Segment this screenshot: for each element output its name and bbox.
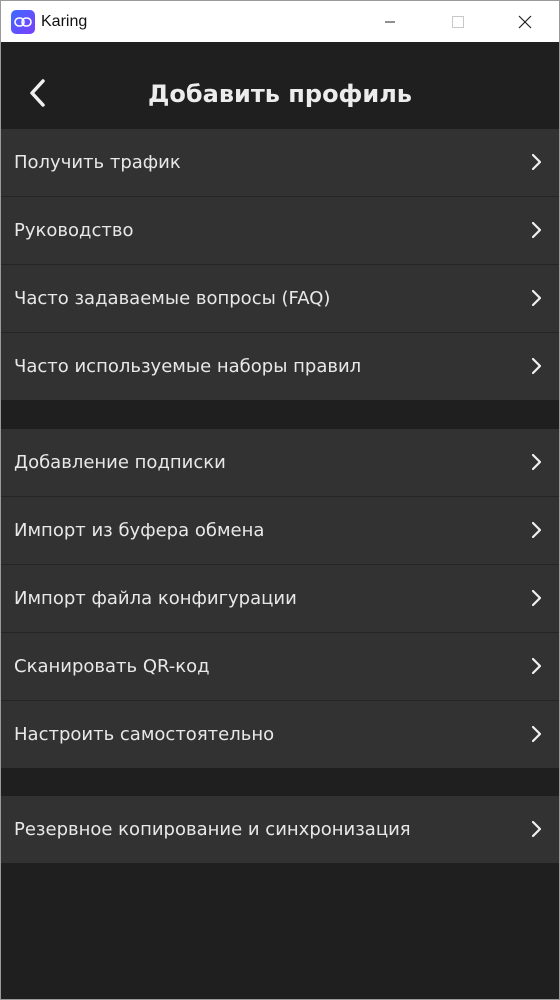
maximize-icon — [452, 15, 464, 28]
karing-app-icon — [11, 10, 35, 34]
menu-item-import-clipboard[interactable]: Импорт из буфера обмена — [1, 497, 559, 565]
minimize-icon — [385, 21, 395, 22]
menu-item-label: Руководство — [14, 220, 134, 241]
menu-item-import-config-file[interactable]: Импорт файла конфигурации — [1, 565, 559, 633]
menu-item-get-traffic[interactable]: Получить трафик — [1, 129, 559, 197]
menu-item-label: Настроить самостоятельно — [14, 724, 275, 745]
menu-item-rule-sets[interactable]: Часто используемые наборы правил — [1, 333, 559, 400]
chevron-right-icon — [531, 153, 542, 171]
menu-item-label: Резервное копирование и синхронизация — [14, 819, 411, 840]
chevron-right-icon — [531, 221, 542, 239]
menu-group-backup: Резервное копирование и синхронизация — [1, 796, 559, 863]
menu-item-label: Часто используемые наборы правил — [14, 356, 362, 377]
menu-item-scan-qr[interactable]: Сканировать QR-код — [1, 633, 559, 701]
chevron-right-icon — [531, 453, 542, 471]
chevron-right-icon — [531, 357, 542, 375]
menu-item-label: Импорт файла конфигурации — [14, 588, 297, 609]
maximize-button[interactable] — [435, 1, 481, 42]
menu-item-label: Сканировать QR-код — [14, 656, 210, 677]
menu-item-label: Получить трафик — [14, 152, 181, 173]
chevron-right-icon — [531, 289, 542, 307]
menu-item-label: Часто задаваемые вопросы (FAQ) — [14, 288, 331, 309]
app-window: Karing Добавить профиль Получить трафик … — [0, 0, 560, 1000]
minimize-button[interactable] — [367, 1, 413, 42]
chevron-right-icon — [531, 725, 542, 743]
close-button[interactable] — [502, 1, 548, 42]
window-title: Karing — [41, 13, 88, 30]
menu-group-help: Получить трафик Руководство Часто задава… — [1, 129, 559, 400]
menu-item-guide[interactable]: Руководство — [1, 197, 559, 265]
menu-item-add-subscription[interactable]: Добавление подписки — [1, 429, 559, 497]
page-title: Добавить профиль — [148, 80, 412, 108]
menu-item-backup-sync[interactable]: Резервное копирование и синхронизация — [1, 796, 559, 863]
menu-item-label: Добавление подписки — [14, 452, 226, 473]
chevron-right-icon — [531, 521, 542, 539]
page-header: Добавить профиль — [1, 42, 559, 128]
window-titlebar[interactable]: Karing — [1, 1, 559, 42]
menu-item-manual-setup[interactable]: Настроить самостоятельно — [1, 701, 559, 768]
menu-item-label: Импорт из буфера обмена — [14, 520, 265, 541]
chevron-right-icon — [531, 589, 542, 607]
menu-item-faq[interactable]: Часто задаваемые вопросы (FAQ) — [1, 265, 559, 333]
menu-group-add: Добавление подписки Импорт из буфера обм… — [1, 429, 559, 768]
chevron-right-icon — [531, 657, 542, 675]
chevron-right-icon — [531, 820, 542, 838]
close-icon — [518, 15, 532, 28]
